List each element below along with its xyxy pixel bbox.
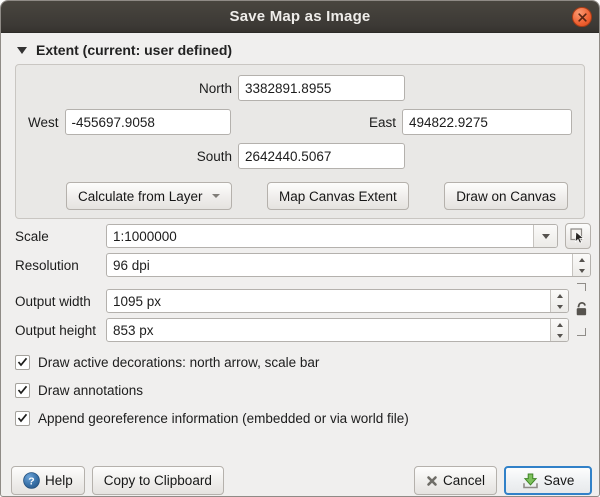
titlebar[interactable]: Save Map as Image — [1, 1, 599, 33]
resolution-label: Resolution — [15, 258, 106, 273]
set-scale-from-canvas-button[interactable] — [565, 223, 591, 249]
checkbox-checked-icon[interactable] — [15, 411, 30, 426]
lock-bracket-bottom — [577, 328, 586, 336]
resolution-input[interactable] — [107, 254, 572, 276]
output-width-row: Output width — [15, 289, 569, 313]
cancel-label: Cancel — [443, 473, 485, 488]
extent-groupbox: North West East South Calculate from Lay… — [15, 64, 585, 219]
arrow-down-icon — [557, 334, 563, 338]
save-label: Save — [544, 473, 575, 488]
close-icon — [578, 13, 587, 22]
east-input[interactable] — [402, 109, 572, 135]
output-height-input[interactable] — [107, 319, 550, 341]
draw-decorations-checkbox-row[interactable]: Draw active decorations: north arrow, sc… — [15, 352, 585, 372]
spin-up-button[interactable] — [573, 254, 590, 265]
arrow-up-icon — [557, 323, 563, 327]
spin-down-button[interactable] — [573, 265, 590, 276]
menu-dropdown-icon — [212, 194, 220, 198]
north-label: North — [28, 81, 232, 96]
append-georeference-checkbox-row[interactable]: Append georeference information (embedde… — [15, 408, 585, 428]
scale-combobox — [106, 224, 558, 248]
scale-dropdown-button[interactable] — [533, 225, 557, 247]
output-size-block: Output width Output height — [1, 277, 591, 342]
draw-on-canvas-label: Draw on Canvas — [456, 189, 556, 204]
arrow-up-icon — [557, 294, 563, 298]
window-title: Save Map as Image — [230, 8, 371, 25]
help-icon: ? — [23, 472, 40, 489]
checkbox-checked-icon[interactable] — [15, 355, 30, 370]
output-height-label: Output height — [15, 323, 106, 338]
draw-annotations-checkbox-row[interactable]: Draw annotations — [15, 380, 585, 400]
output-width-input[interactable] — [107, 290, 550, 312]
arrow-up-icon — [579, 258, 585, 262]
south-label: South — [28, 149, 232, 164]
help-button[interactable]: ? Help — [11, 466, 85, 495]
scale-input[interactable] — [107, 225, 533, 247]
aspect-ratio-lock[interactable] — [572, 281, 590, 338]
help-label: Help — [45, 473, 73, 488]
save-map-as-image-dialog: Save Map as Image Extent (current: user … — [0, 0, 600, 497]
east-label: East — [369, 115, 396, 130]
draw-annotations-label: Draw annotations — [38, 383, 143, 398]
dialog-button-box: ? Help Copy to Clipboard Cancel Save — [11, 466, 592, 495]
cancel-button[interactable]: Cancel — [414, 466, 497, 495]
west-label: West — [28, 115, 59, 130]
copy-to-clipboard-button[interactable]: Copy to Clipboard — [92, 466, 224, 495]
arrow-down-icon — [557, 305, 563, 309]
lock-open-icon — [575, 300, 588, 319]
lock-bracket-top — [577, 283, 586, 291]
append-georeference-label: Append georeference information (embedde… — [38, 411, 409, 426]
close-button[interactable] — [572, 7, 592, 27]
extent-group-label: Extent (current: user defined) — [36, 42, 232, 58]
svg-text:?: ? — [28, 475, 34, 487]
extent-group-header[interactable]: Extent (current: user defined) — [15, 42, 585, 58]
extent-buttons-row: Calculate from Layer Map Canvas Extent D… — [66, 182, 568, 210]
map-canvas-extent-label: Map Canvas Extent — [279, 189, 397, 204]
output-width-label: Output width — [15, 294, 106, 309]
west-east-row: West East — [28, 109, 572, 135]
output-height-spinbox — [106, 318, 569, 342]
scale-label: Scale — [15, 229, 106, 244]
spin-up-button[interactable] — [551, 290, 568, 301]
output-width-spinbox — [106, 289, 569, 313]
spin-down-button[interactable] — [551, 301, 568, 312]
resolution-row: Resolution — [15, 253, 591, 277]
collapse-arrow-icon — [17, 47, 27, 54]
west-input[interactable] — [65, 109, 231, 135]
north-row: North — [28, 75, 572, 101]
copy-to-clipboard-label: Copy to Clipboard — [104, 473, 212, 488]
options-checkboxes: Draw active decorations: north arrow, sc… — [15, 352, 585, 436]
north-input[interactable] — [238, 75, 405, 101]
scale-row: Scale — [15, 224, 591, 248]
output-width-spinner — [550, 290, 568, 312]
checkbox-checked-icon[interactable] — [15, 383, 30, 398]
map-canvas-extent-button[interactable]: Map Canvas Extent — [267, 182, 409, 210]
resolution-spinner — [572, 254, 590, 276]
calculate-from-layer-label: Calculate from Layer — [78, 189, 203, 204]
south-input[interactable] — [238, 143, 405, 169]
output-height-row: Output height — [15, 318, 569, 342]
draw-on-canvas-button[interactable]: Draw on Canvas — [444, 182, 568, 210]
map-pointer-icon — [570, 228, 586, 244]
spin-up-button[interactable] — [551, 319, 568, 330]
resolution-spinbox — [106, 253, 591, 277]
chevron-down-icon — [542, 234, 550, 239]
save-icon — [522, 473, 539, 489]
output-height-spinner — [550, 319, 568, 341]
save-button[interactable]: Save — [504, 466, 592, 495]
cancel-icon — [426, 475, 438, 487]
south-row: South — [28, 143, 572, 169]
draw-decorations-label: Draw active decorations: north arrow, sc… — [38, 355, 319, 370]
calculate-from-layer-button[interactable]: Calculate from Layer — [66, 182, 232, 210]
spin-down-button[interactable] — [551, 330, 568, 341]
arrow-down-icon — [579, 269, 585, 273]
